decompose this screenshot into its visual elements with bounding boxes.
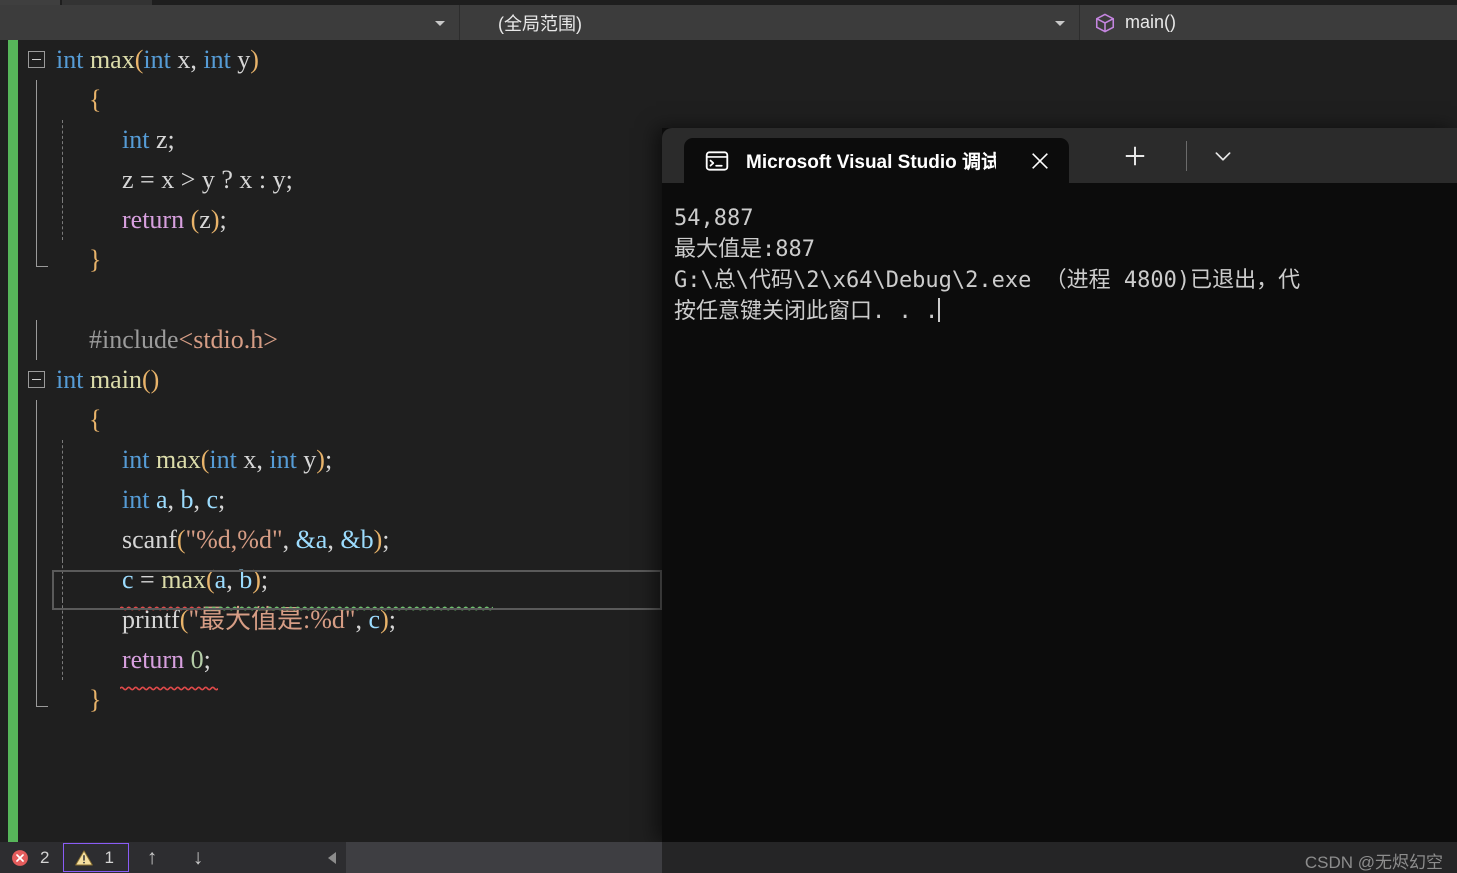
indent-guide xyxy=(62,480,63,520)
code-line-text: z = x > y ? x : y; xyxy=(122,165,293,194)
file-scope-dropdown[interactable] xyxy=(0,5,460,40)
code-line-text: c = max(a, b); xyxy=(122,565,269,594)
outline-bracket xyxy=(36,120,37,160)
indent-guide xyxy=(62,600,63,640)
cube-icon xyxy=(1095,13,1115,32)
chevron-down-icon[interactable] xyxy=(1212,146,1234,166)
error-list-summary: 2 1 ↑ ↓ xyxy=(0,842,662,873)
indent-guide xyxy=(62,560,63,600)
code-line-text: return (z); xyxy=(122,205,227,234)
console-caret xyxy=(938,298,941,322)
error-count-label: 2 xyxy=(40,847,50,867)
debug-console-window[interactable]: Microsoft Visual Studio 调试控 54,887 最大值是:8… xyxy=(662,128,1457,842)
outline-bracket xyxy=(36,640,37,680)
global-scope-dropdown[interactable]: (全局范围) xyxy=(460,5,1080,40)
warning-triangle-icon xyxy=(75,849,94,865)
console-output-line: 最大值是:887 xyxy=(674,237,815,262)
code-line-text: { xyxy=(89,405,102,434)
outline-bracket xyxy=(36,80,37,120)
console-output-line: 按任意键关闭此窗口. . . xyxy=(674,298,941,324)
code-line-text: int main() xyxy=(56,365,160,394)
console-output-line: G:\总\代码\2\x64\Debug\2.exe （进程 4800)已退出，代 xyxy=(674,268,1301,293)
code-line-text: #include<stdio.h> xyxy=(89,325,278,354)
code-line-text: int max(int x, int y) xyxy=(56,45,259,74)
fold-collapse-icon[interactable] xyxy=(28,51,45,68)
console-output-line: 54,887 xyxy=(674,206,754,231)
code-line-text: scanf("%d,%d", &a, &b); xyxy=(122,525,390,554)
console-tab-title: Microsoft Visual Studio 调试控 xyxy=(746,152,996,173)
indent-guide xyxy=(62,520,63,560)
code-line-text: int z; xyxy=(122,125,175,154)
code-line-text: { xyxy=(89,85,102,114)
scanf-args-squiggle xyxy=(205,606,493,611)
console-tab[interactable]: Microsoft Visual Studio 调试控 xyxy=(684,138,1069,183)
outline-bracket xyxy=(36,240,48,267)
outline-bracket xyxy=(36,160,37,200)
horizontal-scrollbar[interactable] xyxy=(346,842,662,873)
code-line-text: int max(int x, int y); xyxy=(122,445,333,474)
warning-count-label: 1 xyxy=(104,847,114,867)
outline-bracket xyxy=(36,560,37,600)
global-scope-label: (全局范围) xyxy=(498,13,582,34)
code-line[interactable]: { xyxy=(0,80,1457,120)
error-circle-icon xyxy=(12,849,28,866)
indent-guide xyxy=(62,120,63,160)
editor-navigation-bar: (全局范围) main() xyxy=(0,5,1457,40)
console-output[interactable]: 54,887 最大值是:887 G:\总\代码\2\x64\Debug\2.exe … xyxy=(662,183,1457,842)
plus-icon[interactable] xyxy=(1122,143,1148,169)
outline-bracket xyxy=(36,520,37,560)
outline-bracket xyxy=(36,440,37,480)
scroll-left-icon[interactable] xyxy=(318,842,346,873)
chevron-down-icon xyxy=(435,20,445,26)
toolbar-separator xyxy=(1186,141,1187,171)
command-prompt-icon xyxy=(705,150,729,171)
csdn-watermark: CSDN @无烬幻空 xyxy=(1304,853,1443,872)
console-titlebar: Microsoft Visual Studio 调试控 xyxy=(662,128,1457,183)
scanf-error-squiggle xyxy=(120,606,202,611)
chevron-down-icon xyxy=(1055,20,1065,26)
fold-collapse-icon[interactable] xyxy=(28,371,45,388)
function-scope-label: main() xyxy=(1125,12,1177,32)
code-line-text: int a, b, c; xyxy=(122,485,226,514)
outline-bracket xyxy=(36,480,37,520)
close-icon[interactable] xyxy=(1029,150,1051,172)
indent-guide xyxy=(62,640,63,680)
function-scope-dropdown[interactable]: main() xyxy=(1080,5,1457,40)
indent-guide xyxy=(62,160,63,200)
indent-guide xyxy=(62,200,63,240)
code-line[interactable]: int max(int x, int y) xyxy=(0,40,1457,80)
code-line-text: return 0; xyxy=(122,645,211,674)
outline-bracket xyxy=(36,320,37,360)
outline-bracket xyxy=(36,600,37,640)
outline-bracket xyxy=(36,680,48,707)
printf-error-squiggle xyxy=(120,686,218,691)
outline-bracket xyxy=(36,200,37,240)
indent-guide xyxy=(62,440,63,480)
status-bar: 2 1 ↑ ↓ CSDN @无烬幻空 xyxy=(0,842,1457,873)
arrow-up-icon[interactable]: ↑ xyxy=(129,842,175,873)
code-line-text: } xyxy=(89,245,102,274)
error-count-item[interactable]: 2 xyxy=(0,842,63,873)
warning-count-item[interactable]: 1 xyxy=(63,843,129,872)
code-line-text: } xyxy=(89,685,102,714)
arrow-down-icon[interactable]: ↓ xyxy=(175,842,221,873)
outline-bracket xyxy=(36,400,37,440)
